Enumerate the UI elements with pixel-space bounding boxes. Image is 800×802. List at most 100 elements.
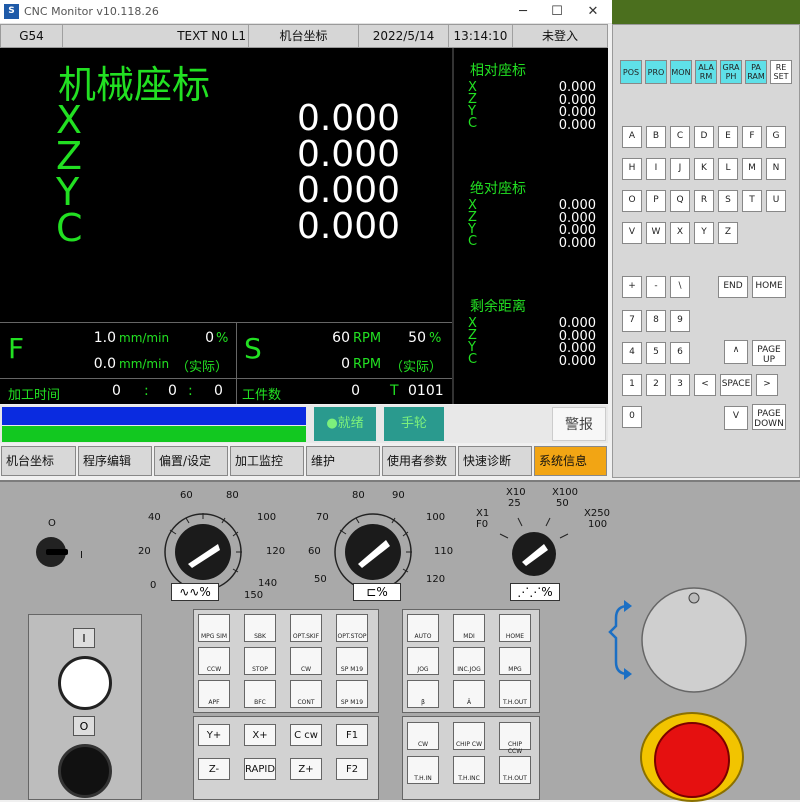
key-x[interactable]: X <box>670 222 690 244</box>
key-z[interactable]: Z <box>718 222 738 244</box>
panel-button-opt-skif[interactable]: OPT.SKIF <box>290 614 322 642</box>
key-down[interactable]: V <box>724 406 748 430</box>
mpg-handwheel[interactable] <box>608 586 758 696</box>
key-up[interactable]: ∧ <box>724 340 748 364</box>
menu-program-edit[interactable]: 程序编辑 <box>78 446 152 476</box>
mode-button-inc-jog[interactable]: INC.JOG <box>453 647 485 675</box>
mode-button-t-h-out[interactable]: T.H.OUT <box>499 680 531 708</box>
key-home[interactable]: HOME <box>752 276 786 298</box>
key-8[interactable]: 8 <box>646 310 666 332</box>
key-symbol[interactable]: + <box>622 276 642 298</box>
key-6[interactable]: 6 <box>670 342 690 364</box>
menu-machining-monitor[interactable]: 加工监控 <box>230 446 304 476</box>
menu-offset-settings[interactable]: 偏置/设定 <box>154 446 228 476</box>
key-f[interactable]: F <box>742 126 762 148</box>
emergency-stop-button[interactable] <box>654 722 730 798</box>
key-9[interactable]: 9 <box>670 310 690 332</box>
turret-button-t-h-in[interactable]: T.H.IN <box>407 756 439 784</box>
fkey-gra-ph[interactable]: GRA PH <box>720 60 742 84</box>
close-button[interactable]: ✕ <box>576 0 610 24</box>
key-s[interactable]: S <box>718 190 738 212</box>
key-o[interactable]: O <box>622 190 642 212</box>
panel-button-sp-m19[interactable]: SP M19 <box>336 647 368 675</box>
menu-machine-coords[interactable]: 机台坐标 <box>1 446 76 476</box>
key-5[interactable]: 5 <box>646 342 666 364</box>
key-3[interactable]: 3 <box>670 374 690 396</box>
minimize-button[interactable]: ─ <box>506 0 540 24</box>
key-h[interactable]: H <box>622 158 642 180</box>
maximize-button[interactable]: ☐ <box>540 0 574 24</box>
panel-button-sbk[interactable]: SBK <box>244 614 276 642</box>
axis-button-f2[interactable]: F2 <box>336 758 368 780</box>
menu-system-info[interactable]: 系统信息 <box>534 446 607 476</box>
mode-button--[interactable]: β <box>407 680 439 708</box>
mode-button-home[interactable]: HOME <box>499 614 531 642</box>
panel-button-bfc[interactable]: BFC <box>244 680 276 708</box>
key-j[interactable]: J <box>670 158 690 180</box>
key-r[interactable]: R <box>694 190 714 212</box>
key-n[interactable]: N <box>766 158 786 180</box>
key-l[interactable]: L <box>718 158 738 180</box>
axis-button-z+[interactable]: Z+ <box>290 758 322 780</box>
fkey-re-set[interactable]: RE SET <box>770 60 792 84</box>
key-7[interactable]: 7 <box>622 310 642 332</box>
axis-button-z-[interactable]: Z- <box>198 758 230 780</box>
key-left[interactable]: < <box>694 374 716 396</box>
key-end[interactable]: END <box>718 276 748 298</box>
feed-hold-button[interactable] <box>58 744 112 798</box>
key-symbol[interactable]: - <box>646 276 666 298</box>
mode-button-mdi[interactable]: MDI <box>453 614 485 642</box>
fkey-pro[interactable]: PRO <box>645 60 667 84</box>
key-t[interactable]: T <box>742 190 762 212</box>
key-page-down[interactable]: PAGE DOWN <box>752 404 786 430</box>
key-b[interactable]: B <box>646 126 666 148</box>
turret-button-cw[interactable]: CW <box>407 722 439 750</box>
panel-button-cont[interactable]: CONT <box>290 680 322 708</box>
key-q[interactable]: Q <box>670 190 690 212</box>
mode-button-jog[interactable]: JOG <box>407 647 439 675</box>
key-k[interactable]: K <box>694 158 714 180</box>
key-0[interactable]: 0 <box>622 406 642 428</box>
mode-button--[interactable]: Â <box>453 680 485 708</box>
turret-button-t-h-out[interactable]: T.H.OUT <box>499 756 531 784</box>
key-g[interactable]: G <box>766 126 786 148</box>
power-key-switch[interactable] <box>36 537 68 567</box>
key-a[interactable]: A <box>622 126 642 148</box>
fkey-pos[interactable]: POS <box>620 60 642 84</box>
panel-button-sp-m19[interactable]: SP M19 <box>336 680 368 708</box>
fkey-ala-rm[interactable]: ALA RM <box>695 60 717 84</box>
menu-quick-diagnosis[interactable]: 快速诊断 <box>458 446 532 476</box>
key-m[interactable]: M <box>742 158 762 180</box>
key-i[interactable]: I <box>646 158 666 180</box>
key-space[interactable]: SPACE <box>720 374 752 396</box>
key-right[interactable]: > <box>756 374 778 396</box>
axis-button-x+[interactable]: X+ <box>244 724 276 746</box>
menu-maintenance[interactable]: 维护 <box>306 446 380 476</box>
key-w[interactable]: W <box>646 222 666 244</box>
key-4[interactable]: 4 <box>622 342 642 364</box>
mode-button-mpg[interactable]: MPG <box>499 647 531 675</box>
panel-button-opt-stop[interactable]: OPT.STOP <box>336 614 368 642</box>
key-y[interactable]: Y <box>694 222 714 244</box>
key-u[interactable]: U <box>766 190 786 212</box>
key-page-up[interactable]: PAGE UP <box>752 340 786 366</box>
panel-button-apf[interactable]: APF <box>198 680 230 708</box>
cycle-start-button[interactable] <box>58 656 112 710</box>
key-c[interactable]: C <box>670 126 690 148</box>
panel-button-stop[interactable]: STOP <box>244 647 276 675</box>
axis-button-c-cw[interactable]: C cw <box>290 724 322 746</box>
axis-button-f1[interactable]: F1 <box>336 724 368 746</box>
fkey-pa-ram[interactable]: PA RAM <box>745 60 767 84</box>
key-p[interactable]: P <box>646 190 666 212</box>
key-1[interactable]: 1 <box>622 374 642 396</box>
axis-button-rapid[interactable]: RAPID <box>244 758 276 780</box>
mode-button-auto[interactable]: AUTO <box>407 614 439 642</box>
turret-button-chip-ccw[interactable]: CHIP CCW <box>499 722 531 755</box>
turret-button-t-h-inc[interactable]: T.H.INC <box>453 756 485 784</box>
turret-button-chip-cw[interactable]: CHIP CW <box>453 722 485 750</box>
menu-user-params[interactable]: 使用者参数 <box>382 446 456 476</box>
key-v[interactable]: V <box>622 222 642 244</box>
key-2[interactable]: 2 <box>646 374 666 396</box>
key-e[interactable]: E <box>718 126 738 148</box>
panel-button-cw[interactable]: CW <box>290 647 322 675</box>
